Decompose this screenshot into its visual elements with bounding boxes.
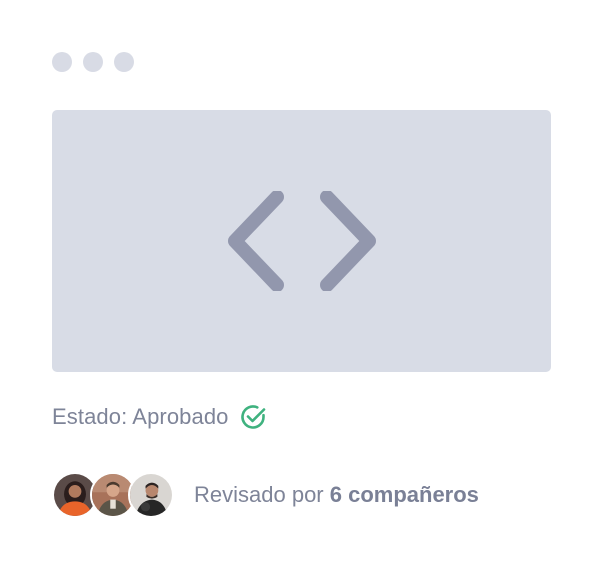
window-dot (114, 52, 134, 72)
reviewers-count: 6 compañeros (329, 482, 479, 507)
reviewers-prefix: Revisado por (194, 482, 330, 507)
reviewers-row: Revisado por 6 compañeros (52, 472, 479, 518)
code-preview (52, 110, 551, 372)
code-brackets-icon (227, 191, 376, 291)
status-row: Estado: Aprobado (52, 402, 268, 432)
status-text: Estado: Aprobado (52, 404, 229, 429)
window-dot (52, 52, 72, 72)
window-controls (52, 52, 134, 72)
review-card: Estado: Aprobado Revisado por 6 compañer… (0, 0, 601, 582)
check-circle-icon (240, 405, 265, 429)
reviewers-text: Revisado por 6 compañeros (194, 482, 479, 508)
avatar (128, 472, 174, 518)
avatar-group (52, 472, 174, 518)
window-dot (83, 52, 103, 72)
